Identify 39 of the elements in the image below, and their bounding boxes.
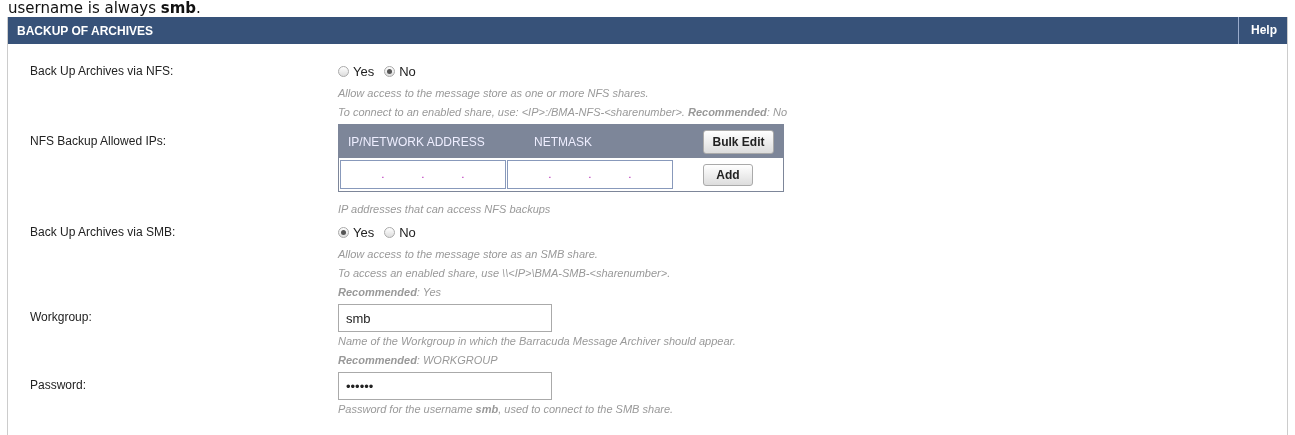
field-label: NFS Backup Allowed IPs:: [30, 133, 168, 150]
radio-button[interactable]: [384, 65, 396, 77]
help-text: Recommended: WORKGROUP: [338, 353, 499, 368]
octet-separator: .: [588, 169, 592, 180]
radio-button[interactable]: [338, 226, 349, 238]
radio-label[interactable]: No: [399, 224, 416, 240]
caption-text: username is always smb.: [7, 0, 202, 17]
help-text: Recommended: Yes: [338, 285, 443, 300]
help-link[interactable]: Help: [1238, 17, 1287, 44]
text-field[interactable]: smb: [338, 304, 552, 332]
column-header: NETMASK: [533, 134, 593, 149]
text-field[interactable]: ••••••: [338, 372, 552, 400]
field-label: Back Up Archives via NFS:: [30, 63, 175, 80]
add-button[interactable]: Add: [703, 163, 753, 186]
radio-label[interactable]: Yes: [353, 224, 375, 240]
help-text: Allow access to the message store as one or more NFS shares.: [338, 86, 650, 101]
column-header: IP/NETWORK ADDRESS: [347, 134, 486, 149]
octet-separator: .: [421, 169, 425, 180]
help-text: Password for the username smb, used to connect to the SMB share.: [338, 402, 674, 417]
radio-button[interactable]: [338, 65, 349, 77]
ip-address-field[interactable]: . . .: [340, 160, 506, 189]
field-label: Workgroup:: [30, 309, 93, 326]
octet-separator: .: [548, 169, 552, 180]
radio-label[interactable]: No: [399, 63, 416, 79]
help-text: To access an enabled share, use \\<IP>\BMA-SMB-<sharenumber>.: [338, 266, 671, 281]
ip-address-field[interactable]: . . .: [507, 160, 673, 189]
radio-label[interactable]: Yes: [353, 63, 375, 79]
section-title: BACKUP OF ARCHIVES: [16, 23, 154, 38]
field-label: Password:: [30, 377, 88, 394]
radio-button[interactable]: [384, 226, 396, 238]
help-text: Name of the Workgroup in which the Barracuda Message Archiver should appear.: [338, 334, 736, 349]
octet-separator: .: [381, 169, 385, 180]
octet-separator: .: [628, 169, 632, 180]
help-text: IP addresses that can access NFS backups: [338, 202, 552, 217]
help-text: To connect to an enabled share, use: <IP>:/BMA-NFS-<sharenumber>. Recommended: No: [338, 105, 787, 120]
help-text: Allow access to the message store as an SMB share.: [338, 247, 599, 262]
field-label: Back Up Archives via SMB:: [30, 224, 177, 241]
octet-separator: .: [461, 169, 465, 180]
bulk-edit-button[interactable]: Bulk Edit: [703, 129, 774, 154]
